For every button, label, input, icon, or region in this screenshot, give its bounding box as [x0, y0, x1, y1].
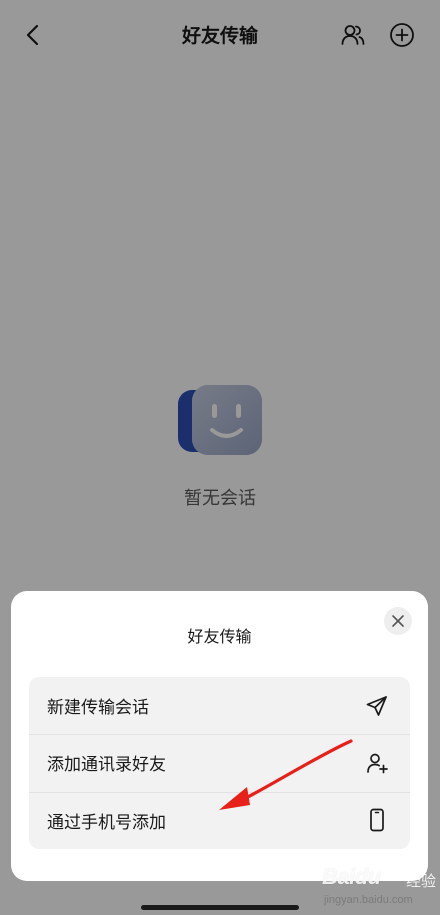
send-icon [364, 693, 390, 719]
sheet-close-button[interactable] [384, 607, 412, 635]
menu-item-new-transfer[interactable]: 新建传输会话 [29, 677, 410, 734]
sheet-title: 好友传输 [187, 627, 252, 646]
watermark-brand: Baidu [322, 864, 381, 889]
watermark-url: jingyan.baidu.com [324, 894, 413, 906]
action-sheet: 好友传输 新建传输会话 添加通讯录好友 通过手机号添加 [11, 591, 428, 881]
sheet-menu: 新建传输会话 添加通讯录好友 通过手机号添加 [29, 677, 410, 849]
home-indicator[interactable] [141, 905, 299, 910]
watermark: Baidu 经验 jingyan.baidu.com [318, 862, 436, 910]
close-icon [392, 615, 404, 627]
menu-item-add-contact-friend[interactable]: 添加通讯录好友 [29, 734, 410, 791]
phone-icon [364, 807, 390, 833]
menu-item-label: 新建传输会话 [47, 698, 149, 719]
menu-item-add-by-phone[interactable]: 通过手机号添加 [29, 791, 410, 849]
add-person-icon [364, 750, 390, 776]
watermark-brand-sub: 经验 [406, 872, 437, 890]
menu-item-label: 添加通讯录好友 [47, 755, 166, 776]
menu-item-label: 通过手机号添加 [47, 812, 166, 833]
